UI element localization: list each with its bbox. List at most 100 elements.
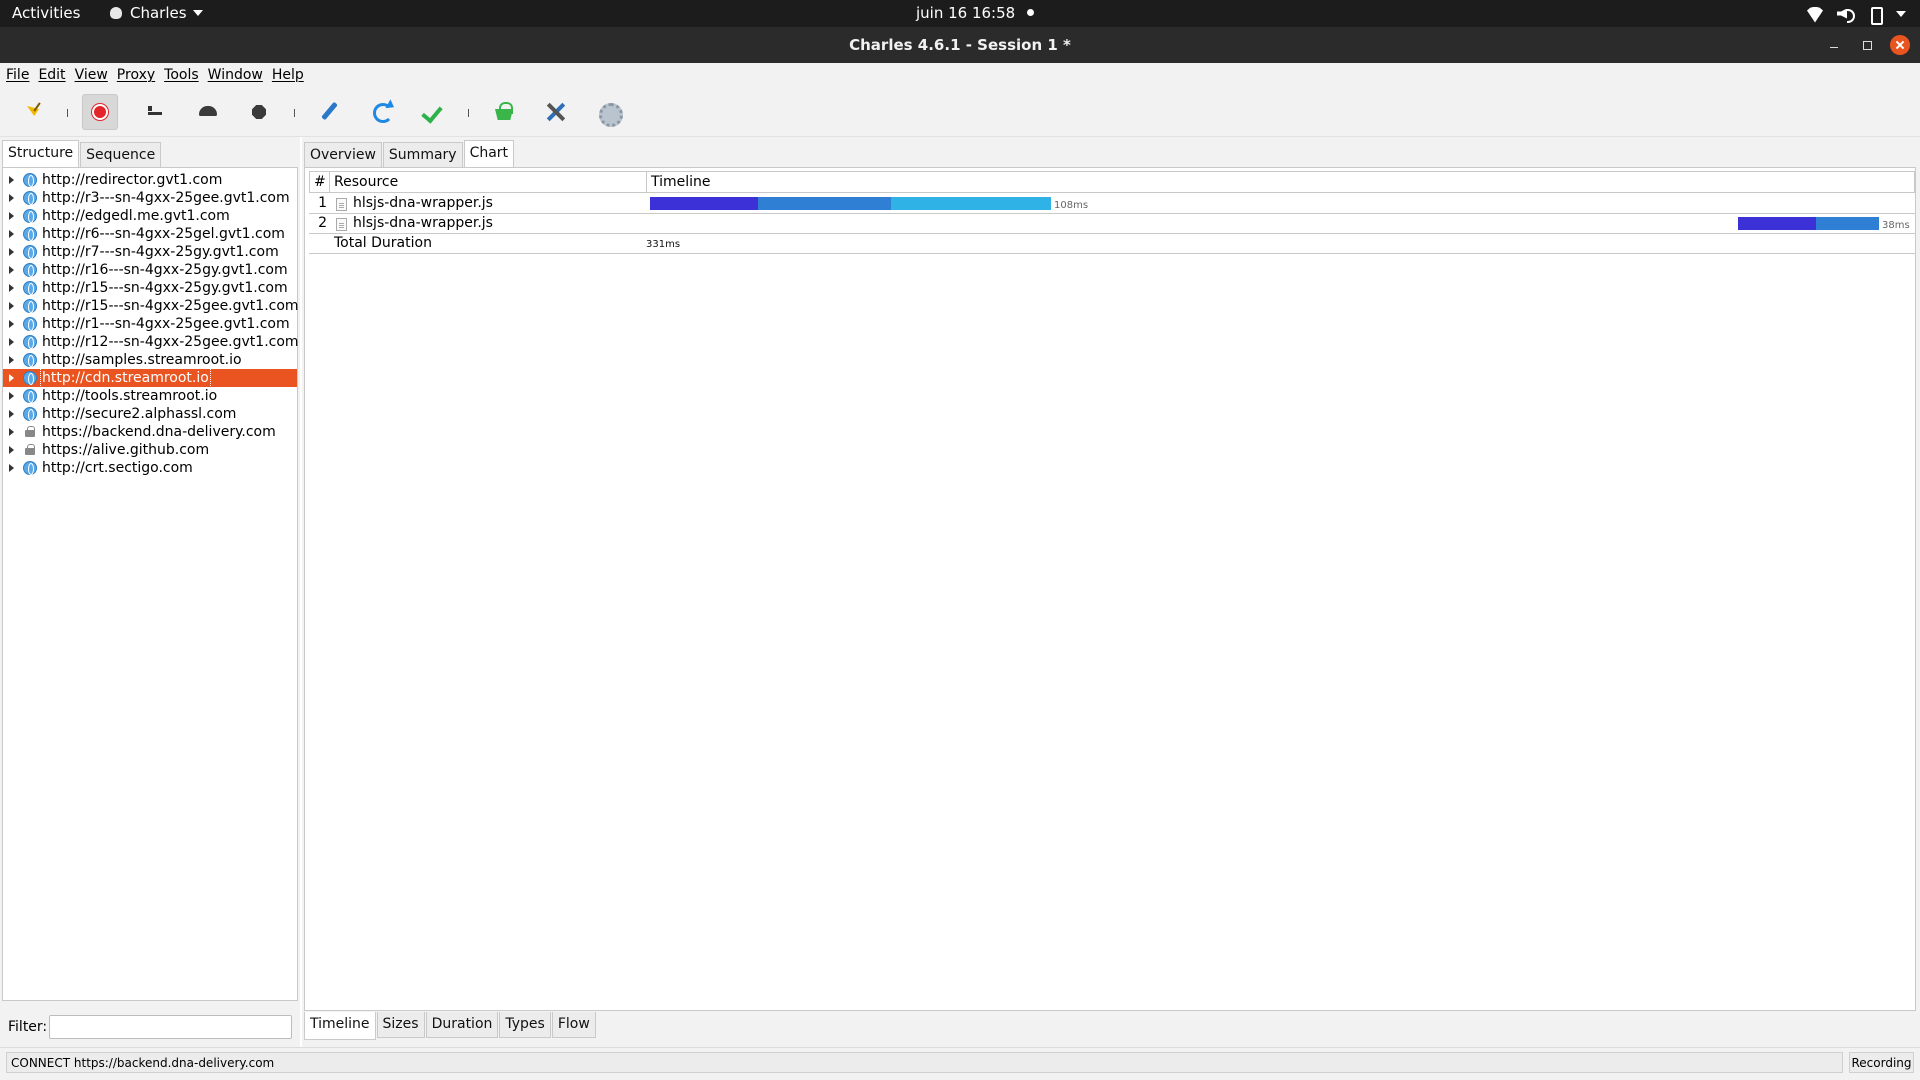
menu-file[interactable]: File — [6, 67, 29, 83]
tab-sizes[interactable]: Sizes — [376, 1012, 425, 1038]
charles-app-icon — [110, 7, 122, 19]
tree-item-label: http://crt.sectigo.com — [42, 460, 193, 476]
menu-proxy[interactable]: Proxy — [117, 67, 155, 83]
column-header-timeline[interactable]: Timeline — [647, 172, 1916, 192]
chart-view-tab-bar: Timeline Sizes Duration Types Flow — [304, 1012, 597, 1040]
expand-arrow-icon[interactable] — [9, 338, 14, 346]
clear-session-button[interactable] — [16, 94, 52, 130]
expand-arrow-icon[interactable] — [9, 302, 14, 310]
tools-button[interactable] — [538, 94, 574, 130]
menu-help[interactable]: Help — [272, 67, 304, 83]
row-number: 2 — [318, 215, 327, 231]
compose-button[interactable] — [311, 94, 347, 130]
expand-arrow-icon[interactable] — [9, 266, 14, 274]
expand-arrow-icon[interactable] — [9, 356, 14, 364]
filter-input[interactable] — [49, 1015, 292, 1039]
expand-arrow-icon[interactable] — [9, 374, 14, 382]
minimize-button[interactable] — [1825, 36, 1843, 54]
expand-arrow-icon[interactable] — [9, 230, 14, 238]
column-header-resource[interactable]: Resource — [330, 172, 647, 192]
menu-window[interactable]: Window — [208, 67, 263, 83]
tree-item-label: http://r7---sn-4gxx-25gy.gvt1.com — [42, 244, 279, 260]
tree-item[interactable]: http://crt.sectigo.com — [3, 459, 297, 477]
tree-item[interactable]: https://alive.github.com — [3, 441, 297, 459]
expand-arrow-icon[interactable] — [9, 212, 14, 220]
tree-item-label: http://samples.streamroot.io — [42, 352, 242, 368]
tree-item-label: http://tools.streamroot.io — [42, 388, 218, 404]
expand-arrow-icon[interactable] — [9, 392, 14, 400]
expand-arrow-icon[interactable] — [9, 446, 14, 454]
tab-overview[interactable]: Overview — [304, 142, 382, 168]
host-tree[interactable]: http://redirector.gvt1.com http://r3---sn… — [2, 167, 299, 1001]
tab-chart[interactable]: Chart — [463, 140, 515, 168]
left-tab-bar: Structure Sequence — [2, 140, 162, 168]
publish-button[interactable] — [486, 94, 522, 130]
tree-item[interactable]: http://r3---sn-4gxx-25gee.gvt1.com — [3, 189, 297, 207]
file-icon — [336, 218, 347, 231]
validate-button[interactable] — [416, 94, 452, 130]
column-header-number[interactable]: # — [310, 172, 330, 192]
tree-item[interactable]: http://r12---sn-4gxx-25gee.gvt1.com — [3, 333, 299, 351]
menu-bar: File Edit View Proxy Tools Window Help — [0, 63, 1920, 87]
tree-item[interactable]: http://r15---sn-4gxx-25gee.gvt1.com — [3, 297, 299, 315]
expand-arrow-icon[interactable] — [9, 428, 14, 436]
clock[interactable]: juin 16 16:58 — [916, 0, 1035, 27]
tree-item[interactable]: http://secure2.alphassl.com — [3, 405, 297, 423]
expand-arrow-icon[interactable] — [9, 194, 14, 202]
tab-structure[interactable]: Structure — [2, 140, 80, 168]
record-button[interactable] — [82, 94, 118, 130]
tab-sequence[interactable]: Sequence — [80, 142, 162, 168]
tree-item-label: http://r12---sn-4gxx-25gee.gvt1.com — [42, 334, 299, 350]
tab-types[interactable]: Types — [499, 1012, 551, 1038]
throttle-button[interactable] — [137, 94, 173, 130]
expand-arrow-icon[interactable] — [9, 176, 14, 184]
globe-icon — [23, 191, 37, 205]
tree-item[interactable]: http://edgedl.me.gvt1.com — [3, 207, 297, 225]
maximize-button[interactable] — [1858, 36, 1876, 54]
system-tray[interactable] — [1806, 0, 1906, 27]
toolbar — [0, 87, 1920, 137]
row-resource: hlsjs-dna-wrapper.js — [353, 215, 493, 231]
expand-arrow-icon[interactable] — [9, 248, 14, 256]
tree-item[interactable]: http://r6---sn-4gxx-25gel.gvt1.com — [3, 225, 297, 243]
tree-item[interactable]: http://r15---sn-4gxx-25gy.gvt1.com — [3, 279, 297, 297]
tab-summary[interactable]: Summary — [382, 142, 463, 168]
filter-label: Filter: — [8, 1019, 48, 1035]
close-button[interactable] — [1890, 35, 1910, 55]
tab-duration[interactable]: Duration — [425, 1012, 499, 1038]
expand-arrow-icon[interactable] — [9, 320, 14, 328]
expand-arrow-icon[interactable] — [9, 284, 14, 292]
tree-item[interactable]: https://backend.dna-delivery.com — [3, 423, 297, 441]
tree-item[interactable]: http://samples.streamroot.io — [3, 351, 297, 369]
duration-label: 38ms — [1882, 220, 1910, 231]
expand-arrow-icon[interactable] — [9, 410, 14, 418]
globe-icon — [23, 335, 37, 349]
app-menu[interactable]: Charles — [110, 0, 203, 27]
window-title-bar[interactable]: Charles 4.6.1 - Session 1 * — [0, 27, 1920, 63]
tree-item[interactable]: http://r7---sn-4gxx-25gy.gvt1.com — [3, 243, 297, 261]
chart-row[interactable]: 1 hlsjs-dna-wrapper.js 108ms — [309, 194, 1915, 214]
recording-status-badge[interactable]: Recording — [1849, 1052, 1914, 1073]
chart-row[interactable]: 2 hlsjs-dna-wrapper.js 38ms — [309, 214, 1915, 234]
tree-item[interactable]: http://cdn.streamroot.io — [3, 368, 297, 388]
chevron-down-icon — [192, 10, 203, 16]
activities-button[interactable]: Activities — [12, 0, 80, 27]
settings-button[interactable] — [590, 94, 626, 130]
menu-view[interactable]: View — [75, 67, 108, 83]
tree-item[interactable]: http://r1---sn-4gxx-25gee.gvt1.com — [3, 315, 297, 333]
repeat-button[interactable] — [364, 94, 400, 130]
menu-edit[interactable]: Edit — [38, 67, 65, 83]
menu-tools[interactable]: Tools — [164, 67, 199, 83]
stop-button[interactable] — [242, 94, 278, 130]
total-duration-row: Total Duration 331ms — [309, 234, 1915, 254]
tab-timeline[interactable]: Timeline — [304, 1012, 376, 1040]
tree-item[interactable]: http://tools.streamroot.io — [3, 387, 297, 405]
expand-arrow-icon[interactable] — [9, 464, 14, 472]
globe-icon — [23, 281, 37, 295]
notification-dot-icon — [1027, 9, 1035, 16]
tab-flow[interactable]: Flow — [551, 1012, 596, 1038]
tree-item[interactable]: http://r16---sn-4gxx-25gy.gvt1.com — [3, 261, 297, 279]
breakpoints-button[interactable] — [190, 94, 226, 130]
volume-icon — [1836, 7, 1855, 23]
tree-item[interactable]: http://redirector.gvt1.com — [3, 171, 297, 189]
